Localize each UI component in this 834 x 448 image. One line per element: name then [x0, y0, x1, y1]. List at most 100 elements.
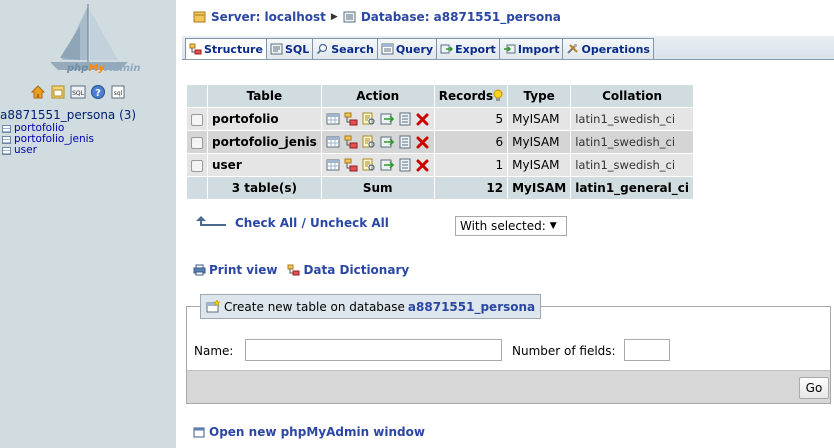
new-table-icon: [206, 300, 221, 313]
structure-icon[interactable]: [344, 112, 358, 126]
open-new-window-link[interactable]: Open new phpMyAdmin window: [193, 425, 425, 439]
check-all-link[interactable]: Check All / Uncheck All: [235, 216, 389, 230]
structure-links: Print view Data Dictionary: [193, 263, 409, 277]
legend-text: Create new table on database: [224, 299, 405, 314]
drop-icon[interactable]: [416, 158, 430, 172]
table-row: portofolio_jenis 6 MyISAM latin1_swedish_ci: [187, 131, 693, 153]
divider: [176, 244, 834, 245]
home-icon[interactable]: [30, 84, 46, 100]
row-actions: [321, 108, 434, 130]
row-actions: [321, 131, 434, 153]
data-dictionary-link[interactable]: Data Dictionary: [287, 263, 409, 277]
empty-icon[interactable]: [398, 112, 412, 126]
table-icon: [2, 124, 11, 133]
form-footer: Go: [187, 370, 830, 403]
logo-wordmark: phpMyAdmin: [67, 63, 141, 74]
query-icon: [381, 43, 394, 55]
empty-icon[interactable]: [398, 158, 412, 172]
legend-database-name: a8871551_persona: [407, 299, 536, 314]
table-name-input[interactable]: [245, 339, 502, 361]
with-selected-dropdown[interactable]: With selected: ▼: [455, 216, 567, 236]
sidebar-table-item[interactable]: user: [2, 145, 94, 156]
browse-icon[interactable]: [326, 112, 340, 126]
records-count: 5: [434, 108, 508, 130]
tab-label: Structure: [204, 42, 263, 56]
tab-query[interactable]: Query: [376, 38, 438, 59]
search-icon[interactable]: [362, 135, 376, 149]
table-header-row: Table Action Records Type Collation: [187, 85, 693, 107]
print-view-label: Print view: [209, 263, 278, 277]
dropdown-arrow-icon: ▼: [549, 221, 557, 231]
browse-icon[interactable]: [326, 135, 340, 149]
create-table-form: Create new table on database a8871551_pe…: [186, 294, 831, 404]
collation: latin1_swedish_ci: [571, 131, 693, 153]
search-icon[interactable]: [362, 112, 376, 126]
table-row: portofolio 5 MyISAM latin1_swedish_ci: [187, 108, 693, 130]
structure-icon[interactable]: [344, 158, 358, 172]
create-table-legend: Create new table on database a8871551_pe…: [200, 294, 542, 319]
main-content: Server: localhost ▶ Database: a8871551_p…: [176, 0, 834, 448]
tab-operations[interactable]: Operations: [562, 38, 654, 59]
default-engine: MyISAM: [508, 177, 571, 199]
row-checkbox[interactable]: [191, 113, 203, 126]
tab-import[interactable]: Import: [498, 38, 564, 59]
table-footer-row: 3 table(s) Sum 12 MyISAM latin1_general_ci: [187, 177, 693, 199]
tab-label: Import: [517, 42, 560, 56]
tab-structure[interactable]: Structure: [185, 38, 267, 59]
new-window-icon: [193, 427, 205, 438]
header-table[interactable]: Table: [208, 85, 321, 107]
empty-icon[interactable]: [398, 135, 412, 149]
with-selected-label: With selected:: [460, 219, 546, 233]
operations-icon: [567, 43, 579, 54]
server-icon: [193, 11, 206, 23]
help-icon[interactable]: ?: [90, 84, 106, 100]
table-name-link[interactable]: portofolio: [208, 108, 321, 130]
table-name-link[interactable]: user: [208, 154, 321, 176]
header-records: Records: [434, 85, 508, 107]
server-link[interactable]: Server: localhost: [211, 10, 326, 24]
tab-search[interactable]: Search: [312, 38, 378, 59]
tab-sql[interactable]: SQL: [265, 38, 314, 59]
table-name-link[interactable]: portofolio_jenis: [208, 131, 321, 153]
check-all-row: Check All / Uncheck All: [193, 216, 389, 230]
database-title[interactable]: a8871551_persona (3): [0, 108, 136, 122]
structure-icon[interactable]: [344, 135, 358, 149]
sql-icon[interactable]: SQL: [70, 84, 86, 100]
row-checkbox[interactable]: [191, 136, 203, 149]
import-icon: [503, 44, 516, 54]
number-of-fields-input[interactable]: [624, 339, 670, 361]
database-link[interactable]: Database: a8871551_persona: [361, 10, 561, 24]
phpmyadmin-logo[interactable]: phpMyAdmin: [0, 0, 176, 82]
open-new-window-label: Open new phpMyAdmin window: [209, 425, 425, 439]
query-window-icon[interactable]: [50, 84, 66, 100]
collation: latin1_swedish_ci: [571, 154, 693, 176]
tab-label: SQL: [284, 42, 310, 56]
sidebar-toolbar: SQL ? sql: [30, 84, 126, 100]
sum-label: Sum: [321, 177, 434, 199]
sql-docs-icon[interactable]: sql: [110, 84, 126, 100]
print-view-link[interactable]: Print view: [193, 263, 277, 277]
drop-icon[interactable]: [416, 135, 430, 149]
structure-icon: [189, 43, 202, 55]
navigation-sidebar: phpMyAdmin SQL ? sql a8871551_persona (3…: [0, 0, 176, 448]
printer-icon: [193, 264, 206, 276]
insert-icon[interactable]: [380, 158, 394, 172]
insert-icon[interactable]: [380, 112, 394, 126]
go-button[interactable]: Go: [799, 377, 829, 399]
tab-label: Export: [455, 42, 496, 56]
number-of-fields-label: Number of fields:: [512, 344, 616, 358]
tab-export[interactable]: Export: [436, 38, 500, 59]
row-checkbox[interactable]: [191, 159, 203, 172]
row-checkbox-cell: [187, 131, 207, 153]
drop-icon[interactable]: [416, 112, 430, 126]
insert-icon[interactable]: [380, 135, 394, 149]
sidebar-table-label: user: [14, 144, 37, 156]
svg-text:sql: sql: [114, 90, 123, 97]
browse-icon[interactable]: [326, 158, 340, 172]
table-count: 3 table(s): [208, 177, 321, 199]
row-checkbox-cell: [187, 154, 207, 176]
search-icon[interactable]: [362, 158, 376, 172]
footer-spacer: [187, 177, 207, 199]
records-count: 6: [434, 131, 508, 153]
bulb-icon: [493, 89, 503, 102]
